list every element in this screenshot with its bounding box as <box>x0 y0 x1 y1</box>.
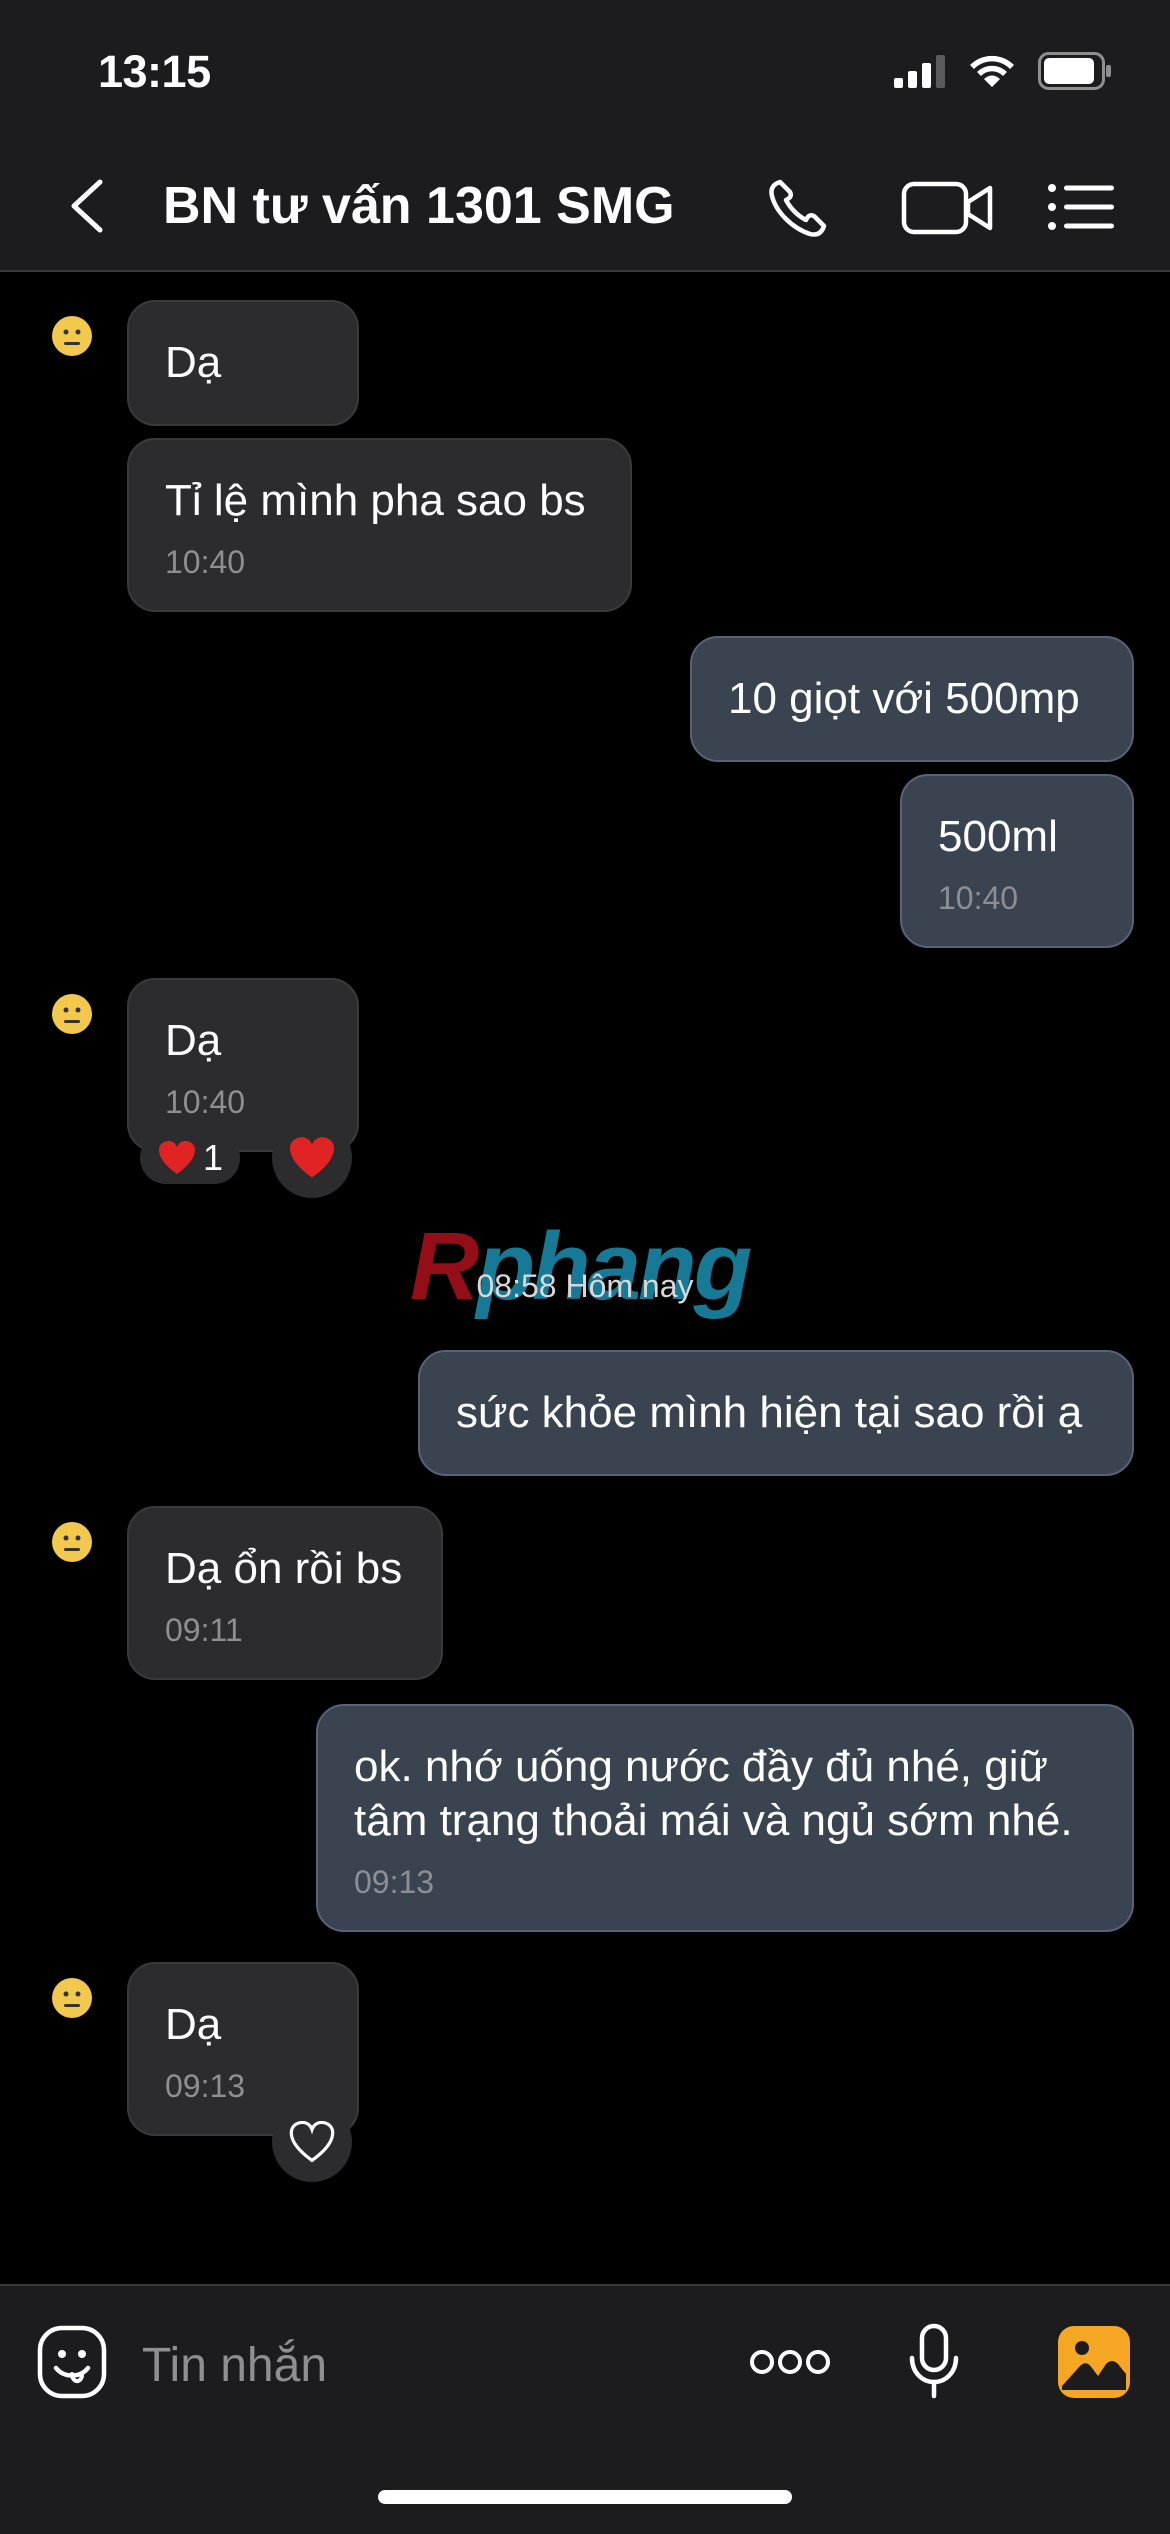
chat-area[interactable]: Dạ Tỉ lệ mình pha sao bs 10:40 10 giọt v… <box>0 272 1170 2282</box>
home-indicator[interactable] <box>378 2490 792 2504</box>
message-outgoing[interactable]: 500ml 10:40 <box>900 774 1134 948</box>
message-time: 10:40 <box>938 880 1019 916</box>
video-camera-icon <box>901 181 993 235</box>
top-bar: 13:15 BN tư vấn 1301 SMG <box>0 0 1170 272</box>
video-call-button[interactable] <box>898 172 998 242</box>
message-text: Dạ ổn rồi bs <box>165 1544 403 1593</box>
message-outgoing[interactable]: 10 giọt với 500mp <box>690 636 1134 762</box>
wifi-icon <box>970 55 1014 87</box>
heart-outline-icon <box>289 2121 335 2163</box>
back-button[interactable] <box>58 170 118 240</box>
neutral-face-icon <box>53 1979 91 2017</box>
voice-record-button[interactable] <box>906 2322 962 2402</box>
date-separator: 08:58 Hôm nay <box>476 1268 694 1304</box>
message-input[interactable]: Tin nhắn <box>142 2326 702 2406</box>
reaction-count: 1 <box>202 1137 224 1178</box>
message-outgoing[interactable]: sức khỏe mình hiện tại sao rồi ạ <box>418 1350 1134 1476</box>
chevron-left-icon <box>71 179 103 233</box>
message-text: Tỉ lệ mình pha sao bs <box>165 476 586 525</box>
neutral-face-icon <box>53 1523 91 1561</box>
more-options-button[interactable] <box>748 2340 832 2384</box>
neutral-face-icon <box>53 317 91 355</box>
message-time: 09:13 <box>165 2068 246 2104</box>
contact-avatar[interactable] <box>52 1522 92 1562</box>
reaction-button[interactable] <box>272 1118 352 1198</box>
message-text: Dạ <box>165 338 222 387</box>
message-text: Dạ <box>165 1016 222 1065</box>
call-button[interactable] <box>760 172 840 242</box>
sticker-button[interactable] <box>36 2324 108 2400</box>
photo-gallery-button[interactable] <box>1056 2324 1132 2400</box>
status-time: 13:15 <box>98 46 211 97</box>
message-text: Dạ <box>165 2000 222 2049</box>
list-icon <box>1048 184 1114 230</box>
message-text: 10 giọt với 500mp <box>728 674 1080 723</box>
reaction-summary[interactable]: 1 <box>140 1132 240 1184</box>
message-text: ok. nhớ uống nước đầy đủ nhé, giữ tâm tr… <box>354 1742 1073 1845</box>
neutral-face-icon <box>53 995 91 1033</box>
microphone-icon <box>909 2323 959 2399</box>
react-heart-button[interactable] <box>272 2102 352 2182</box>
watermark-logo: Rphang <box>410 1213 752 1320</box>
message-text: sức khỏe mình hiện tại sao rồi ạ <box>456 1388 1083 1437</box>
message-text: 500ml <box>938 812 1058 861</box>
heart-icon <box>158 1141 195 1174</box>
message-time: 09:11 <box>165 1612 243 1648</box>
message-incoming[interactable]: Dạ <box>127 300 359 426</box>
more-dots-icon <box>750 2350 830 2374</box>
message-time: 10:40 <box>165 544 246 580</box>
chat-title[interactable]: BN tư vấn 1301 SMG <box>163 176 675 236</box>
battery-icon <box>1038 52 1111 90</box>
contact-avatar[interactable] <box>52 994 92 1034</box>
contact-avatar[interactable] <box>52 1978 92 2018</box>
message-time: 10:40 <box>165 1084 246 1120</box>
status-icons <box>894 52 1112 90</box>
message-incoming[interactable]: Dạ ổn rồi bs 09:11 <box>127 1506 443 1680</box>
message-time: 09:13 <box>354 1864 435 1900</box>
menu-button[interactable] <box>1042 172 1122 242</box>
heart-icon <box>290 1137 334 1178</box>
sticker-face-icon <box>37 2325 107 2399</box>
message-incoming[interactable]: Tỉ lệ mình pha sao bs 10:40 <box>127 438 632 612</box>
phone-icon <box>769 179 827 237</box>
message-outgoing[interactable]: ok. nhớ uống nước đầy đủ nhé, giữ tâm tr… <box>316 1704 1134 1932</box>
image-gallery-icon <box>1058 2326 1130 2398</box>
contact-avatar[interactable] <box>52 316 92 356</box>
signal-icon <box>894 55 945 88</box>
